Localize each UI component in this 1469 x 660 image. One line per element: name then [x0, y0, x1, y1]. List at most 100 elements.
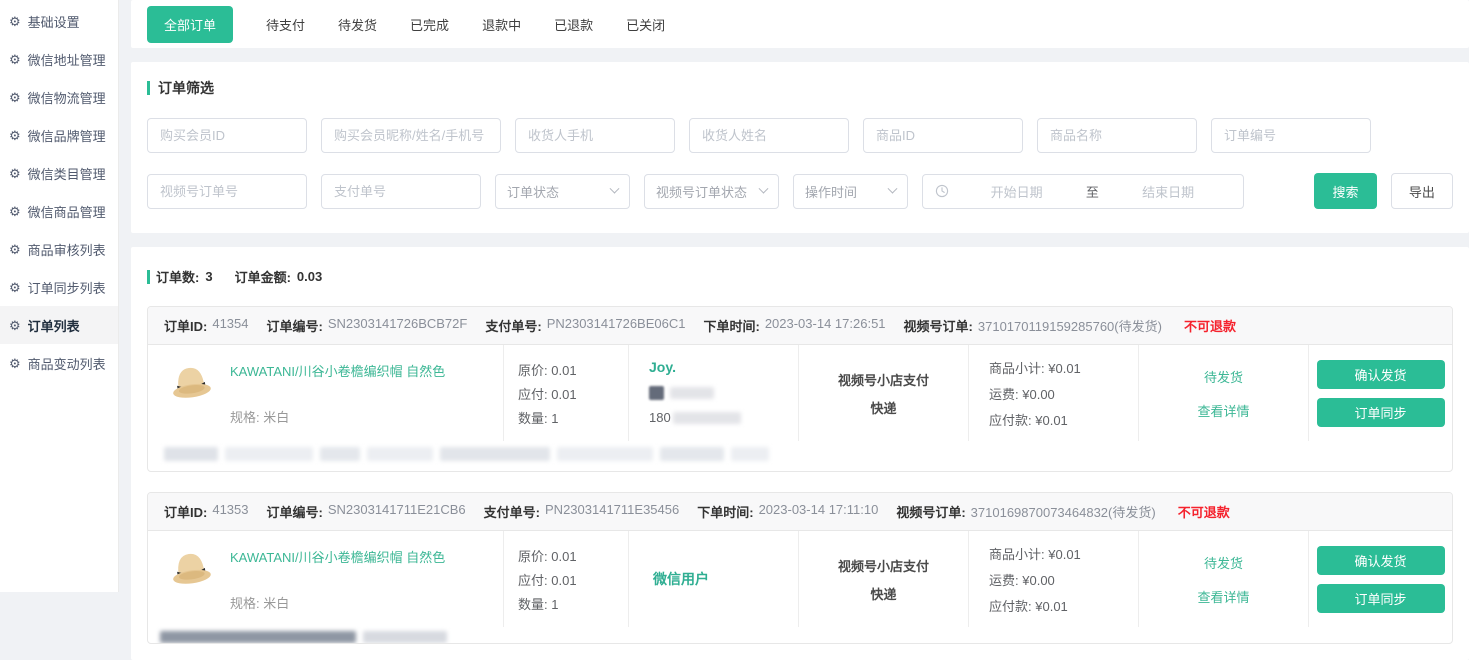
start-date-placeholder[interactable]: 开始日期 — [953, 182, 1079, 201]
masked-block — [670, 387, 714, 399]
filter-row-2: 订单状态 视频号订单状态 操作时间 开始日期 至 结束日期 搜索 — [147, 173, 1453, 209]
product-cell: KAWATANI/川谷小卷檐编织帽 自然色 规格: 米白 — [148, 345, 503, 441]
buyer-nickname: 微信用户 — [653, 569, 709, 589]
product-name-link[interactable]: KAWATANI/川谷小卷檐编织帽 自然色 — [230, 361, 445, 380]
sidebar-item-label: 订单同步列表 — [28, 278, 106, 297]
receiver-name-input[interactable] — [689, 118, 849, 153]
sidebar-item-order-sync-list[interactable]: ⚙ 订单同步列表 — [0, 268, 118, 306]
payable-price: 应付: 0.01 — [518, 570, 628, 589]
gear-icon: ⚙ — [9, 319, 21, 332]
order-body: KAWATANI/川谷小卷檐编织帽 自然色 规格: 米白 原价: 0.01 应付… — [148, 345, 1452, 441]
original-price: 原价: 0.01 — [518, 546, 628, 565]
gear-icon: ⚙ — [9, 357, 21, 370]
operate-time-select-value: 操作时间 — [805, 182, 857, 201]
product-image-hat — [164, 358, 216, 406]
clock-icon — [935, 184, 949, 198]
channel-order-sn-input[interactable] — [147, 174, 307, 209]
quantity: 数量: 1 — [518, 408, 628, 427]
channel-order-label: 视频号订单: — [904, 316, 973, 335]
sidebar-item-wechat-logistics[interactable]: ⚙ 微信物流管理 — [0, 78, 118, 116]
filter-row-1 — [147, 118, 1453, 153]
payment-method: 视频号小店支付 — [838, 556, 929, 575]
buyer-phone: 180 — [649, 410, 798, 425]
order-sn-label: 订单编号: — [267, 502, 323, 521]
sidebar-item-wechat-category[interactable]: ⚙ 微信类目管理 — [0, 154, 118, 192]
section-accent-bar — [147, 81, 150, 95]
product-name-input[interactable] — [1037, 118, 1197, 153]
order-status-text: 待发货 — [1204, 367, 1243, 386]
masked-buyer-name — [649, 386, 798, 400]
end-date-placeholder[interactable]: 结束日期 — [1105, 182, 1231, 201]
operate-time-select[interactable]: 操作时间 — [793, 174, 909, 209]
channel-order-value: 3710170119159285760(待发货) — [978, 316, 1162, 335]
date-range-separator: 至 — [1080, 182, 1105, 201]
payment-sn-value: PN2303141711E35456 — [545, 502, 679, 521]
view-detail-link[interactable]: 查看详情 — [1197, 401, 1249, 420]
payable-amount: 应付款: ¥0.01 — [989, 596, 1138, 615]
order-id-value: 41353 — [212, 502, 248, 521]
sidebar-item-wechat-brand[interactable]: ⚙ 微信品牌管理 — [0, 116, 118, 154]
orders-count-value: 3 — [205, 269, 212, 284]
search-button[interactable]: 搜索 — [1314, 173, 1376, 209]
sidebar-item-product-change-list[interactable]: ⚙ 商品变动列表 — [0, 344, 118, 382]
tab-closed[interactable]: 已关闭 — [626, 15, 665, 34]
sidebar-item-wechat-address[interactable]: ⚙ 微信地址管理 — [0, 40, 118, 78]
order-time-value: 2023-03-14 17:11:10 — [759, 502, 879, 521]
amounts-cell: 商品小计: ¥0.01 运费: ¥0.00 应付款: ¥0.01 — [968, 531, 1138, 627]
buyer-member-id-input[interactable] — [147, 118, 307, 153]
product-name-link[interactable]: KAWATANI/川谷小卷檐编织帽 自然色 — [230, 547, 445, 566]
date-range-picker[interactable]: 开始日期 至 结束日期 — [922, 174, 1244, 209]
masked-address-row — [148, 627, 1452, 643]
buyer-nickname-input[interactable] — [321, 118, 501, 153]
payment-sn-input[interactable] — [321, 174, 481, 209]
tab-pending-shipment[interactable]: 待发货 — [338, 15, 377, 34]
tab-refunding[interactable]: 退款中 — [482, 15, 521, 34]
payment-cell: 视频号小店支付 快递 — [798, 345, 968, 441]
sidebar-item-product-review-list[interactable]: ⚙ 商品审核列表 — [0, 230, 118, 268]
quantity: 数量: 1 — [518, 594, 628, 613]
status-cell: 待发货 查看详情 — [1138, 345, 1308, 441]
amounts-cell: 商品小计: ¥0.01 运费: ¥0.00 应付款: ¥0.01 — [968, 345, 1138, 441]
gear-icon: ⚙ — [9, 243, 21, 256]
tab-refunded[interactable]: 已退款 — [554, 15, 593, 34]
orders-summary: 订单数: 3 订单金额: 0.03 — [147, 267, 1453, 286]
sidebar-item-order-list[interactable]: ⚙ 订单列表 — [0, 306, 118, 344]
tab-completed[interactable]: 已完成 — [410, 15, 449, 34]
masked-block — [731, 447, 769, 461]
order-sn-input[interactable] — [1211, 118, 1371, 153]
channel-order-label: 视频号订单: — [896, 502, 965, 521]
order-id-value: 41354 — [212, 316, 248, 335]
order-id-label: 订单ID: — [164, 316, 207, 335]
channel-order-status-select[interactable]: 视频号订单状态 — [644, 174, 779, 209]
sidebar-item-wechat-product[interactable]: ⚙ 微信商品管理 — [0, 192, 118, 230]
non-refundable-badge: 不可退款 — [1178, 502, 1230, 521]
export-button[interactable]: 导出 — [1391, 173, 1453, 209]
sidebar-item-basic-settings[interactable]: ⚙ 基础设置 — [0, 2, 118, 40]
original-price: 原价: 0.01 — [518, 360, 628, 379]
sidebar: ⚙ 基础设置 ⚙ 微信地址管理 ⚙ 微信物流管理 ⚙ 微信品牌管理 ⚙ 微信类目… — [0, 0, 119, 592]
masked-block — [363, 631, 447, 643]
view-detail-link[interactable]: 查看详情 — [1197, 587, 1249, 606]
payable-amount: 应付款: ¥0.01 — [989, 410, 1138, 429]
order-sync-button[interactable]: 订单同步 — [1317, 584, 1445, 613]
confirm-ship-button[interactable]: 确认发货 — [1317, 360, 1445, 389]
confirm-ship-button[interactable]: 确认发货 — [1317, 546, 1445, 575]
sidebar-item-label: 订单列表 — [28, 316, 80, 335]
actions-cell: 确认发货 订单同步 — [1308, 345, 1452, 441]
delivery-method: 快递 — [870, 398, 896, 417]
payment-method: 视频号小店支付 — [838, 370, 929, 389]
orders-list-card: 订单数: 3 订单金额: 0.03 订单ID:41354 订单编号:SN2303… — [131, 247, 1469, 660]
tab-pending-payment[interactable]: 待支付 — [266, 15, 305, 34]
product-info: KAWATANI/川谷小卷檐编织帽 自然色 规格: 米白 — [230, 544, 445, 616]
order-sn-label: 订单编号: — [267, 316, 323, 335]
receiver-phone-input[interactable] — [515, 118, 675, 153]
main-content: 全部订单 待支付 待发货 已完成 退款中 已退款 已关闭 订单筛选 订单状态 — [131, 0, 1469, 660]
order-sync-button[interactable]: 订单同步 — [1317, 398, 1445, 427]
gear-icon: ⚙ — [9, 205, 21, 218]
order-card: 订单ID:41354 订单编号:SN2303141726BCB72F 支付单号:… — [147, 306, 1453, 472]
sidebar-item-label: 商品变动列表 — [28, 354, 106, 373]
product-id-input[interactable] — [863, 118, 1023, 153]
order-status-select[interactable]: 订单状态 — [495, 174, 630, 209]
order-status-text: 待发货 — [1204, 553, 1243, 572]
tab-all-orders[interactable]: 全部订单 — [147, 6, 233, 43]
